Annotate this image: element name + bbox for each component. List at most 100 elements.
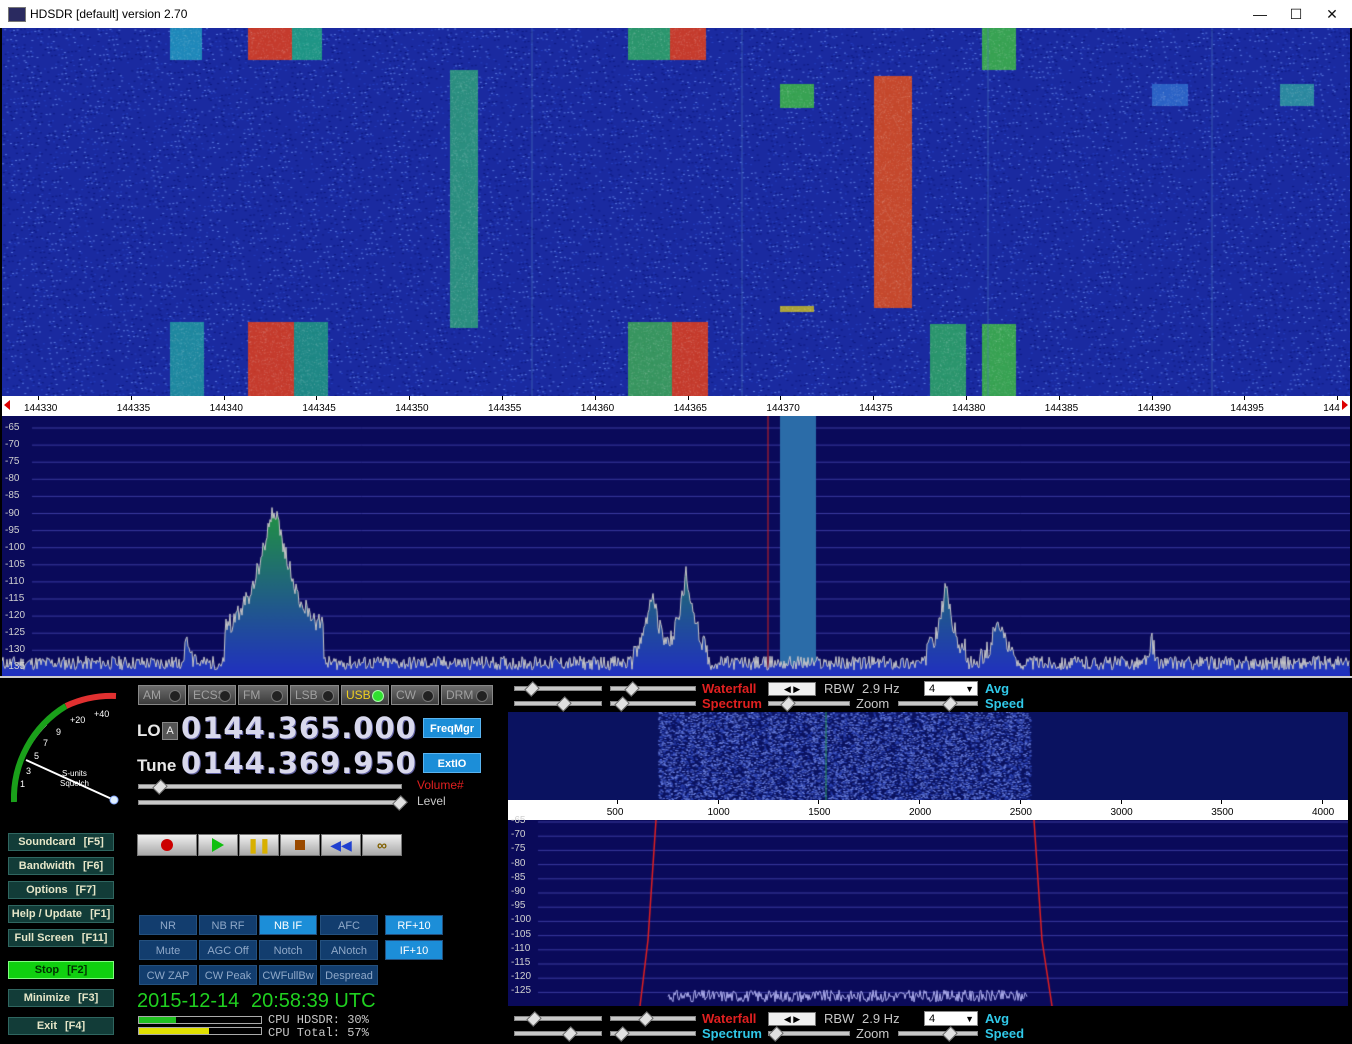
rf-avg-select[interactable]: 4 ▼	[924, 681, 978, 696]
dsp-nr-button[interactable]: NR	[139, 915, 197, 935]
dsp-notch-button[interactable]: Notch	[259, 940, 317, 960]
af-scale-tick-mark	[1322, 800, 1323, 804]
rf-scale-tick-mark	[1244, 396, 1246, 400]
mode-am-button[interactable]: AM	[138, 685, 186, 705]
scroll-right-icon[interactable]	[1342, 400, 1348, 410]
dsp-cw-peak-button[interactable]: CW Peak	[199, 965, 257, 985]
rf-waterfall-brightness-slider[interactable]	[610, 681, 696, 697]
rf-scale-tick-label: 144365	[673, 403, 707, 414]
minimize-window-button[interactable]: —	[1242, 3, 1278, 25]
af-scale-tick-mark	[1221, 800, 1223, 804]
rf-scale-tick-mark	[130, 396, 132, 400]
pause-button[interactable]: ❚❚	[239, 834, 279, 856]
rf-spectrum[interactable]	[2, 416, 1350, 676]
af-spectrum-contrast-slider[interactable]	[514, 1026, 602, 1042]
rf-zoom-slider[interactable]	[768, 696, 850, 712]
minimize-button[interactable]: Minimize [F3]	[8, 989, 114, 1007]
record-button[interactable]	[137, 834, 197, 856]
dsp-rf-10-button[interactable]: RF+10	[385, 915, 443, 935]
extio-button[interactable]: ExtIO	[423, 753, 481, 773]
smeter-label-5: 5	[34, 751, 39, 761]
rf-rbw-stepper[interactable]: ◀ ▶	[768, 682, 816, 696]
scroll-left-icon[interactable]	[4, 400, 10, 410]
volume-slider[interactable]	[138, 779, 402, 795]
rewind-button[interactable]: ◀◀	[321, 834, 361, 856]
bandwidth-button[interactable]: Bandwidth [F6]	[8, 857, 114, 875]
mode-ecss-button[interactable]: ECSS	[188, 685, 236, 705]
side-button-label: Minimize	[23, 992, 71, 1004]
options-button[interactable]: Options [F7]	[8, 881, 114, 899]
dsp-cwfullbw-button[interactable]: CWFullBw	[259, 965, 317, 985]
rf-db-label: -135	[5, 661, 26, 673]
dsp-mute-button[interactable]: Mute	[139, 940, 197, 960]
af-frequency-scale[interactable]: 500 1000 1500 2000 2500 3000 3500 4000	[508, 800, 1348, 820]
mode-usb-button[interactable]: USB	[341, 685, 389, 705]
record-icon	[161, 839, 173, 851]
rf-speed-slider[interactable]	[898, 696, 978, 712]
stop-button[interactable]: Stop [F2]	[8, 961, 114, 979]
loop-button[interactable]: ∞	[362, 834, 402, 856]
af-scale-tick-mark	[1120, 800, 1122, 804]
af-db-label: -110	[511, 942, 531, 954]
mode-drm-button[interactable]: DRM	[441, 685, 493, 705]
dsp-nb-rf-button[interactable]: NB RF	[199, 915, 257, 935]
rf-waterfall-contrast-slider[interactable]	[514, 681, 602, 697]
rf-spectrum-brightness-slider[interactable]	[610, 696, 696, 712]
af-waterfall-contrast-slider[interactable]	[514, 1011, 602, 1027]
rf-spectrum-label: Spectrum	[702, 696, 762, 711]
level-slider[interactable]	[138, 795, 408, 811]
rf-db-label: -105	[5, 558, 26, 570]
af-db-label: -70	[511, 829, 526, 841]
af-waterfall-brightness-slider[interactable]	[610, 1011, 696, 1027]
mode-fm-button[interactable]: FM	[238, 685, 288, 705]
rf-frequency-scale[interactable]: 144330 144335 144340 144345 144350 144355 1443…	[2, 396, 1350, 416]
af-spectrum[interactable]	[508, 820, 1348, 1006]
soundcard-button[interactable]: Soundcard [F5]	[8, 833, 114, 851]
side-button-label: Stop	[34, 964, 60, 976]
mode-cw-button[interactable]: CW	[391, 685, 439, 705]
af-avg-label: Avg	[985, 1011, 1010, 1026]
help-update-button[interactable]: Help / Update [F1]	[8, 905, 114, 923]
dsp-anotch-button[interactable]: ANotch	[320, 940, 378, 960]
lo-vfo-tag[interactable]: A	[162, 722, 178, 740]
freqmgr-button[interactable]: FreqMgr	[423, 718, 481, 738]
af-speed-label: Speed	[985, 1026, 1025, 1041]
af-speed-slider[interactable]	[898, 1026, 978, 1042]
status-time: 20:58:39 UTC	[251, 990, 376, 1012]
tune-frequency[interactable]: 0144.369.950	[181, 746, 417, 780]
dsp-despread-button[interactable]: Despread	[320, 965, 378, 985]
mode-lsb-button[interactable]: LSB	[290, 685, 339, 705]
af-avg-select[interactable]: 4 ▼	[924, 1011, 978, 1026]
af-rbw-stepper[interactable]: ◀ ▶	[768, 1012, 816, 1026]
app-logo-icon	[8, 7, 26, 22]
close-window-button[interactable]: ✕	[1314, 3, 1350, 25]
af-db-label: -125	[511, 985, 532, 997]
af-scale-tick-label: 2000	[909, 807, 932, 818]
rf-waterfall[interactable]	[2, 28, 1350, 396]
full-screen-button[interactable]: Full Screen [F11]	[8, 929, 114, 947]
mode-led-icon	[422, 690, 434, 702]
af-scale-tick-label: 2500	[1009, 807, 1032, 818]
af-waterfall[interactable]	[508, 712, 1348, 800]
rf-db-label: -110	[5, 575, 25, 587]
status-date: 2015-12-14	[137, 990, 240, 1012]
af-zoom-slider[interactable]	[768, 1026, 850, 1042]
window-title: HDSDR [default] version 2.70	[30, 7, 188, 21]
dsp-if-10-button[interactable]: IF+10	[385, 940, 443, 960]
mode-led-icon	[372, 690, 384, 702]
dsp-afc-button[interactable]: AFC	[320, 915, 378, 935]
stop-playback-button[interactable]	[280, 834, 320, 856]
rf-spectrum-contrast-slider[interactable]	[514, 696, 602, 712]
mode-label: USB	[346, 688, 371, 702]
play-button[interactable]	[198, 834, 238, 856]
exit-button[interactable]: Exit [F4]	[8, 1017, 114, 1035]
rf-scale-tick-label: 144375	[859, 403, 893, 414]
dsp-agc-off-button[interactable]: AGC Off	[199, 940, 257, 960]
rf-db-label: -125	[5, 627, 26, 639]
af-spectrum-brightness-slider[interactable]	[610, 1026, 696, 1042]
dsp-nb-if-button[interactable]: NB IF	[259, 915, 317, 935]
maximize-window-button[interactable]: ☐	[1278, 3, 1314, 25]
af-scale-tick-label: 4000	[1312, 807, 1335, 818]
lo-frequency[interactable]: 0144.365.000	[181, 711, 417, 745]
dsp-cw-zap-button[interactable]: CW ZAP	[139, 965, 197, 985]
